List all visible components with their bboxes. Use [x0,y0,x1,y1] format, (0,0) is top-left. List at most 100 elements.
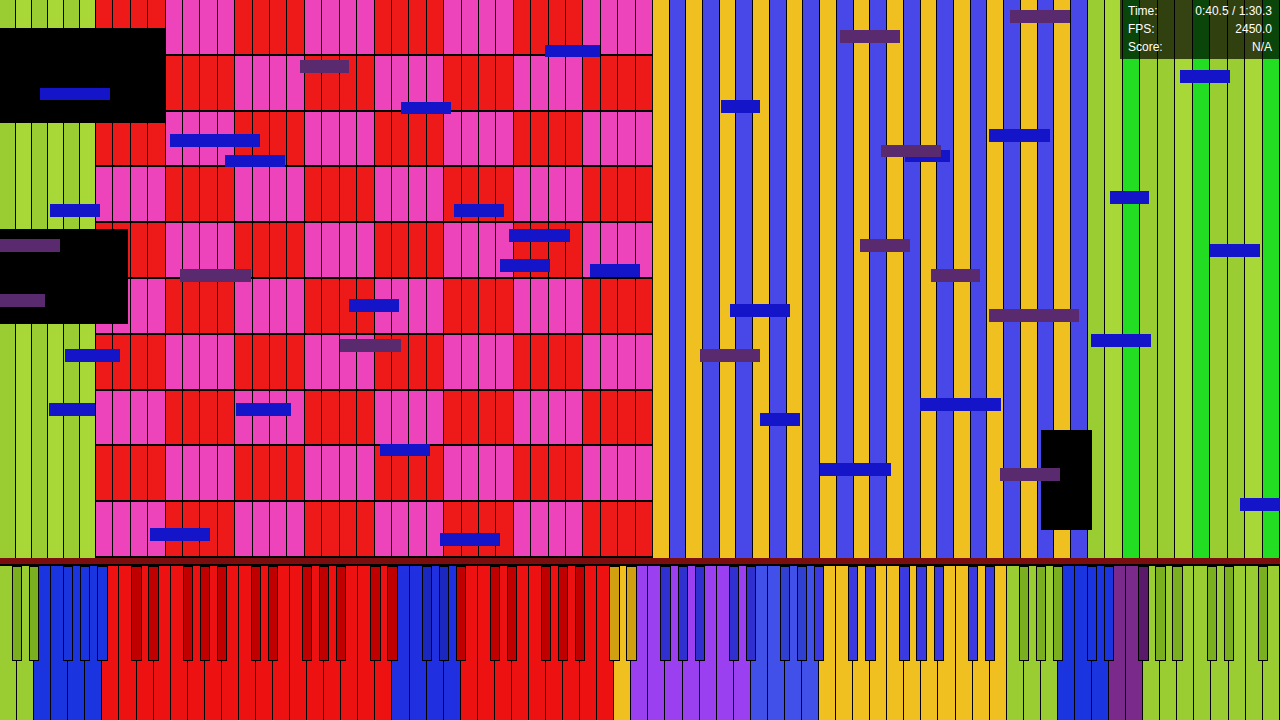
note-column [583,112,600,166]
black-key[interactable] [370,566,380,661]
note-field: Time:0:40.5 / 1:30.3FPS:2450.0Score:N/A [0,0,1280,558]
note-band [96,446,653,502]
black-key[interactable] [29,566,39,661]
black-key[interactable] [848,566,858,661]
note-column [462,223,479,277]
black-key[interactable] [609,566,619,661]
black-key[interactable] [626,566,636,661]
black-key[interactable] [336,566,346,661]
black-key[interactable] [1053,566,1063,661]
note-column [166,335,183,389]
black-key[interactable] [916,566,926,661]
note-stripes [96,391,653,445]
black-key[interactable] [1207,566,1217,661]
black-key[interactable] [80,566,90,661]
black-key[interactable] [456,566,466,661]
black-key[interactable] [1224,566,1234,661]
black-key[interactable] [319,566,329,661]
note-column [566,446,583,500]
note-column [601,391,618,445]
black-key[interactable] [1087,566,1097,661]
note-column [287,279,304,333]
note-stripes [96,446,653,500]
note-column [618,167,635,221]
black-key[interactable] [63,566,73,661]
black-key[interactable] [1172,566,1182,661]
note-column [375,167,392,221]
note [349,299,399,312]
black-key[interactable] [387,566,397,661]
note-column [462,502,479,556]
black-key[interactable] [12,566,22,661]
black-key[interactable] [507,566,517,661]
note-column [444,223,461,277]
black-key[interactable] [131,566,141,661]
note [840,30,900,43]
black-key[interactable] [97,566,107,661]
black-key[interactable] [575,566,585,661]
note-column [166,0,183,54]
black-key[interactable] [268,566,278,661]
black-key[interactable] [1036,566,1046,661]
black-key[interactable] [968,566,978,661]
note-column [583,335,600,389]
black-key[interactable] [148,566,158,661]
note-column [357,223,374,277]
note-column [235,391,252,445]
black-key[interactable] [541,566,551,661]
note [820,463,890,476]
note [0,239,60,252]
note-column [549,112,566,166]
black-key[interactable] [439,566,449,661]
note-column [183,167,200,221]
note-column [322,446,339,500]
note-band [96,391,653,447]
note-column [96,502,113,556]
black-key[interactable] [1155,566,1165,661]
note-column [496,56,513,110]
note-column [462,446,479,500]
black-key[interactable] [1104,566,1114,661]
black-key[interactable] [217,566,227,661]
black-key[interactable] [1019,566,1029,661]
black-key[interactable] [200,566,210,661]
black-key[interactable] [695,566,705,661]
note-column [427,335,444,389]
black-key[interactable] [490,566,500,661]
black-key[interactable] [729,566,739,661]
note-column [253,335,270,389]
black-key[interactable] [865,566,875,661]
black-key[interactable] [660,566,670,661]
black-key[interactable] [558,566,568,661]
note-column [200,0,217,54]
black-key[interactable] [302,566,312,661]
black-key[interactable] [422,566,432,661]
note-column [462,335,479,389]
black-key[interactable] [899,566,909,661]
note-stripes [96,167,653,221]
black-key[interactable] [814,566,824,661]
note [1210,244,1260,257]
black-key[interactable] [746,566,756,661]
black-key[interactable] [1138,566,1148,661]
black-key[interactable] [985,566,995,661]
note-column [496,446,513,500]
note-column [357,167,374,221]
black-key[interactable] [934,566,944,661]
stat-row: Time:0:40.5 / 1:30.3 [1128,4,1272,19]
black-key[interactable] [183,566,193,661]
note-column [1140,0,1157,558]
note-column [148,223,165,277]
note-column [583,279,600,333]
note [49,403,95,416]
note-band [96,167,653,223]
black-key[interactable] [678,566,688,661]
note-column [96,391,113,445]
note-column [305,502,322,556]
stat-label: FPS: [1128,22,1155,37]
note [1110,191,1150,204]
black-key[interactable] [1258,566,1268,661]
black-key[interactable] [251,566,261,661]
black-key[interactable] [797,566,807,661]
black-key[interactable] [780,566,790,661]
